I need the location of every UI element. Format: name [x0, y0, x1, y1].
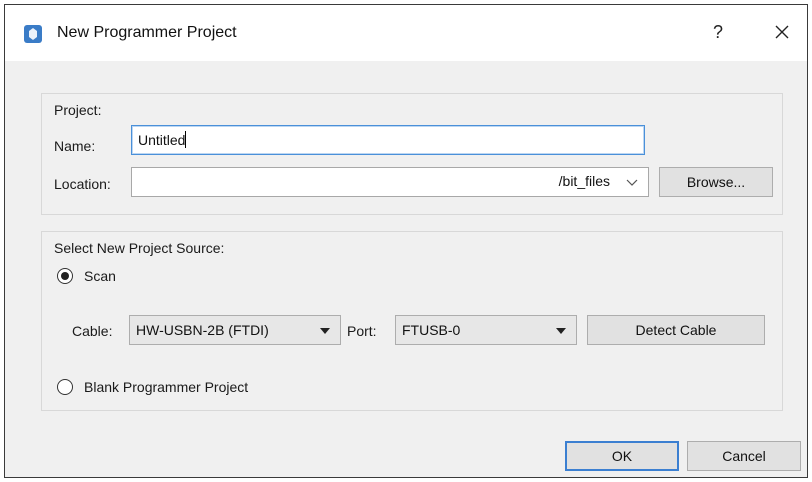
new-programmer-project-dialog: New Programmer Project ? Project: Name: … — [4, 4, 808, 478]
location-label: Location: — [54, 176, 111, 192]
project-source-group-title: Select New Project Source: — [54, 240, 225, 256]
cancel-button[interactable]: Cancel — [687, 441, 801, 471]
port-select[interactable]: FTUSB-0 — [395, 315, 577, 345]
scan-radio[interactable] — [57, 268, 73, 284]
project-group-title: Project: — [54, 102, 102, 118]
browse-button[interactable]: Browse... — [659, 167, 773, 197]
blank-project-radio[interactable] — [57, 379, 73, 395]
port-label: Port: — [347, 323, 377, 339]
app-icon — [23, 24, 43, 44]
name-value: Untitled — [138, 132, 186, 148]
blank-project-label[interactable]: Blank Programmer Project — [84, 379, 248, 395]
location-suffix: /bit_files — [558, 173, 610, 189]
cable-value: HW-USBN-2B (FTDI) — [136, 322, 269, 338]
port-value: FTUSB-0 — [402, 322, 461, 338]
scan-label[interactable]: Scan — [84, 268, 116, 284]
title-bar: New Programmer Project ? — [5, 5, 807, 61]
text-caret — [185, 131, 187, 148]
window-title: New Programmer Project — [57, 24, 237, 41]
name-label: Name: — [54, 138, 96, 154]
detect-cable-button[interactable]: Detect Cable — [587, 315, 765, 345]
cable-select[interactable]: HW-USBN-2B (FTDI) — [129, 315, 341, 345]
cable-label: Cable: — [72, 323, 113, 339]
ok-button[interactable]: OK — [565, 441, 679, 471]
dropdown-arrow-icon — [320, 328, 330, 334]
chevron-down-icon[interactable] — [626, 175, 638, 191]
close-button[interactable] — [767, 17, 797, 47]
name-input[interactable]: Untitled — [131, 125, 645, 155]
help-button[interactable]: ? — [705, 17, 731, 47]
close-icon — [775, 25, 789, 39]
location-combobox[interactable]: /bit_files — [131, 167, 649, 197]
dropdown-arrow-icon — [556, 328, 566, 334]
